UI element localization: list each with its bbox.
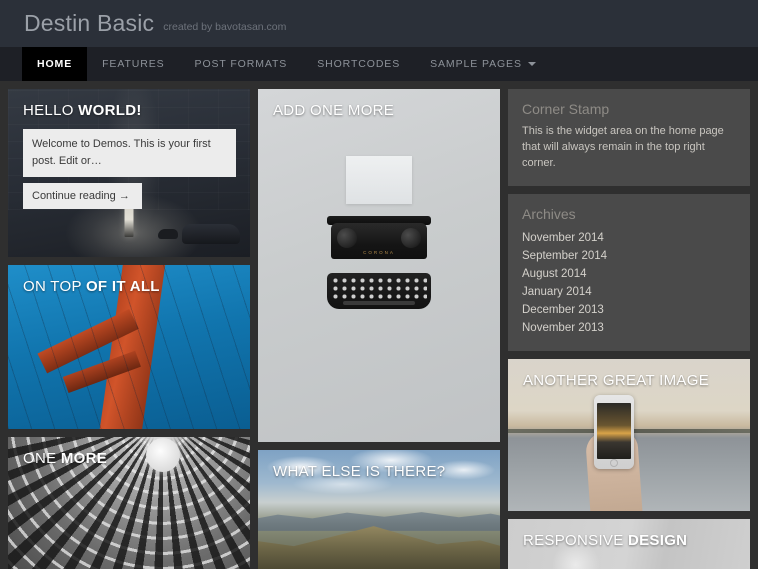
site-title[interactable]: Destin Basic — [24, 12, 154, 35]
nav-item-features[interactable]: FEATURES — [87, 47, 179, 81]
post-title-bold: WORLD! — [78, 102, 141, 119]
typewriter-paper — [346, 156, 412, 204]
mountain-ridge-far — [258, 505, 500, 531]
list-item[interactable]: August 2014 — [522, 265, 736, 283]
widget-title: Corner Stamp — [522, 101, 736, 117]
alley-dog — [158, 229, 178, 239]
grid-column-middle: CORONA ADD ONE MORE WHAT ELSE IS THERE? — [258, 89, 500, 561]
post-title-bold: OF IT ALL — [86, 278, 160, 295]
alley-car — [182, 224, 240, 244]
list-item[interactable]: January 2014 — [522, 283, 736, 301]
post-card-responsive-design[interactable]: RESPONSIVE DESIGN — [508, 519, 750, 569]
primary-navigation: HOME FEATURES POST FORMATS SHORTCODES SA… — [0, 47, 758, 81]
post-title-bold: DESIGN — [628, 532, 687, 549]
post-excerpt-wrapper: Welcome to Demos. This is your first pos… — [23, 129, 236, 209]
list-item[interactable]: November 2013 — [522, 319, 736, 337]
post-title: ANOTHER GREAT IMAGE — [523, 373, 738, 390]
post-title-light: HELLO — [23, 102, 78, 119]
post-card-hello-world[interactable]: HELLO WORLD! Welcome to Demos. This is y… — [8, 89, 250, 257]
archives-list: November 2014 September 2014 August 2014… — [522, 229, 736, 337]
nav-item-label: SHORTCODES — [317, 58, 400, 70]
phone-device — [594, 395, 634, 469]
nav-item-label: HOME — [37, 58, 72, 70]
post-excerpt: Welcome to Demos. This is your first pos… — [23, 129, 236, 177]
post-title-light: ADD ONE MORE — [273, 102, 394, 119]
site-header: Destin Basic created by bavotasan.com — [0, 0, 758, 47]
post-title: RESPONSIVE DESIGN — [523, 533, 738, 550]
post-title-light: ONE — [23, 450, 61, 467]
post-title: ONE MORE — [23, 451, 238, 468]
post-title-light: ANOTHER GREAT IMAGE — [523, 372, 709, 389]
typewriter-keys — [327, 273, 431, 309]
list-item[interactable]: December 2013 — [522, 301, 736, 319]
nav-item-label: FEATURES — [102, 58, 164, 70]
post-title: ADD ONE MORE — [273, 103, 488, 120]
grid-column-left: HELLO WORLD! Welcome to Demos. This is y… — [8, 89, 250, 561]
continue-reading-button[interactable]: Continue reading → — [23, 183, 142, 209]
post-title-bold: MORE — [61, 450, 107, 467]
post-title-light: ON TOP — [23, 278, 86, 295]
post-title: HELLO WORLD! — [23, 103, 238, 120]
phone-home-button — [610, 459, 618, 467]
site-tagline: created by bavotasan.com — [163, 21, 286, 33]
post-title-light: RESPONSIVE — [523, 532, 628, 549]
typewriter-spacebar — [343, 301, 415, 305]
nav-item-label: POST FORMATS — [195, 58, 288, 70]
post-card-one-more[interactable]: ONE MORE — [8, 437, 250, 569]
widget-title: Archives — [522, 206, 736, 222]
post-title: ON TOP OF IT ALL — [23, 279, 238, 296]
widget-text: This is the widget area on the home page… — [522, 124, 736, 172]
nav-item-label: SAMPLE PAGES — [430, 58, 522, 70]
post-card-add-one-more[interactable]: CORONA ADD ONE MORE — [258, 89, 500, 442]
grid-column-sidebar: Corner Stamp This is the widget area on … — [508, 89, 750, 561]
widget-corner-stamp: Corner Stamp This is the widget area on … — [508, 89, 750, 186]
nav-item-shortcodes[interactable]: SHORTCODES — [302, 47, 415, 81]
typewriter-brand: CORONA — [363, 250, 395, 255]
posts-grid: HELLO WORLD! Welcome to Demos. This is y… — [0, 81, 758, 569]
post-card-on-top-of-it-all[interactable]: ON TOP OF IT ALL — [8, 265, 250, 429]
post-title: WHAT ELSE IS THERE? — [273, 464, 488, 481]
nav-item-sample-pages[interactable]: SAMPLE PAGES — [415, 47, 551, 81]
post-card-what-else-is-there[interactable]: WHAT ELSE IS THERE? — [258, 450, 500, 569]
post-card-another-great-image[interactable]: ANOTHER GREAT IMAGE — [508, 359, 750, 511]
post-title-light: WHAT ELSE IS THERE? — [273, 463, 445, 480]
widget-archives: Archives November 2014 September 2014 Au… — [508, 194, 750, 351]
nav-item-home[interactable]: HOME — [22, 47, 87, 81]
phone-screen — [597, 403, 631, 459]
list-item[interactable]: September 2014 — [522, 247, 736, 265]
list-item[interactable]: November 2014 — [522, 229, 736, 247]
nav-item-post-formats[interactable]: POST FORMATS — [180, 47, 303, 81]
caret-down-icon — [528, 62, 536, 66]
post-image-typewriter: CORONA — [258, 89, 500, 442]
